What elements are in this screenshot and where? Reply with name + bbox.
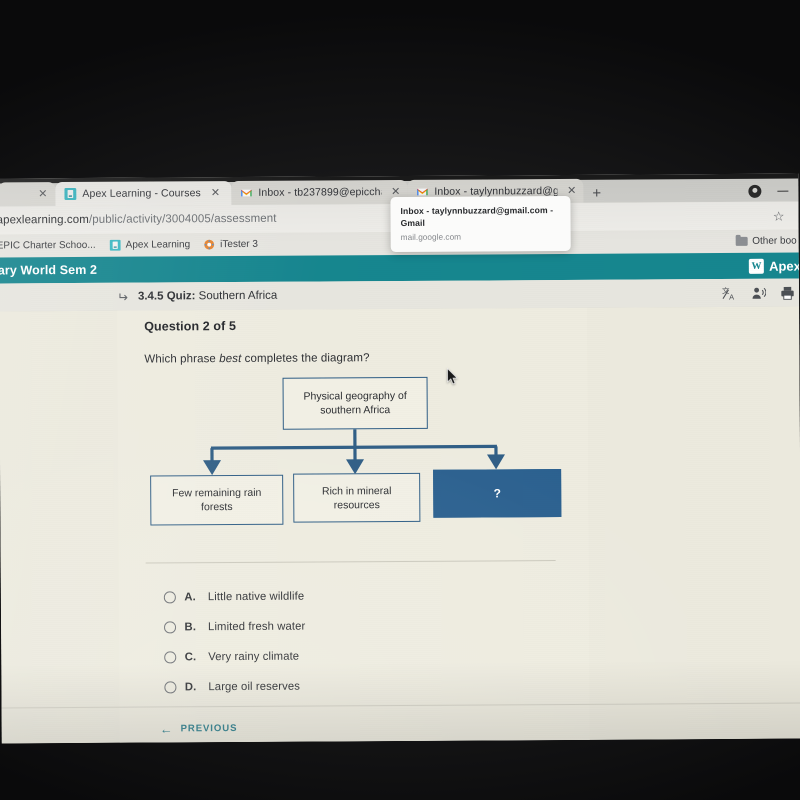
quiz-breadcrumb: 3.4.5 Quiz: Southern Africa xyxy=(138,290,277,303)
bookmark-item-epic-charter[interactable]: EPIC Charter Schoo... xyxy=(0,240,96,252)
question-counter: Question 2 of 5 xyxy=(144,318,237,334)
diagram-child-box-2: Rich in mineral resources xyxy=(293,472,421,523)
option-text: Little native wildlife xyxy=(207,590,305,604)
bookmark-item-apex-learning[interactable]: Apex Learning xyxy=(109,239,191,251)
bookmark-item-itester-3[interactable]: iTester 3 xyxy=(204,239,258,250)
quiz-name: Southern Africa xyxy=(198,289,278,303)
diagram-child-box-1: Few remaining rain forests xyxy=(150,474,284,526)
answer-option-b[interactable]: B. Limited fresh water xyxy=(164,610,564,642)
other-bookmarks-button[interactable]: Other boo xyxy=(735,236,797,247)
apex-brand[interactable]: W Apex Lea xyxy=(748,258,800,274)
close-icon[interactable]: ✕ xyxy=(391,185,400,197)
browser-window: ✕ Apex Learning - Courses ✕ Inbox - tb23… xyxy=(0,173,800,744)
popup-title: Inbox - taylynnbuzzard@gmail.com - Gmail xyxy=(400,205,554,229)
content-divider xyxy=(145,560,556,564)
bookmark-label: Apex Learning xyxy=(125,239,191,251)
option-letter: C. xyxy=(184,651,197,664)
diagram-root-box: Physical geography of southern Africa xyxy=(282,376,428,430)
diagram-child-label: ? xyxy=(493,486,501,501)
apex-favicon xyxy=(109,239,121,251)
itester-favicon xyxy=(204,239,215,250)
browser-tab-apex-learning[interactable]: Apex Learning - Courses ✕ xyxy=(55,181,232,207)
read-aloud-icon[interactable] xyxy=(751,285,767,300)
radio-button[interactable] xyxy=(164,621,176,634)
apex-logo-icon: W xyxy=(748,258,765,274)
screenshot-root: ✕ Apex Learning - Courses ✕ Inbox - tb23… xyxy=(0,0,800,800)
back-arrow-icon[interactable]: ↵ xyxy=(117,289,128,304)
star-icon[interactable]: ☆ xyxy=(773,208,785,223)
apex-brand-label: Apex Lea xyxy=(768,258,800,274)
close-icon[interactable]: ✕ xyxy=(567,184,576,196)
prompt-part-2: completes the diagram? xyxy=(241,352,370,365)
answer-option-d[interactable]: D. Large oil reserves xyxy=(164,670,564,702)
print-icon[interactable] xyxy=(780,285,795,300)
tab-title: Apex Learning - Courses xyxy=(82,187,201,200)
popup-subtitle: mail.google.com xyxy=(400,231,462,242)
gmail-favicon xyxy=(241,189,252,197)
bookmark-label: EPIC Charter Schoo... xyxy=(0,239,96,252)
option-text: Large oil reserves xyxy=(208,680,301,694)
url-path: /public/activity/3004005/assessment xyxy=(88,212,277,226)
option-text: Very rainy climate xyxy=(208,650,300,664)
browser-tab[interactable]: ✕ xyxy=(0,182,56,207)
close-icon[interactable]: ✕ xyxy=(211,187,220,199)
diagram-child-label: Rich in mineral resources xyxy=(321,484,392,511)
close-icon[interactable]: ✕ xyxy=(38,188,47,200)
left-arrow-icon: ← xyxy=(159,721,174,737)
translate-icon[interactable]: 文 A xyxy=(722,285,737,300)
new-tab-button[interactable]: + xyxy=(583,185,610,203)
radio-button[interactable] xyxy=(163,591,176,604)
page-content: Question 2 of 5 Which phrase best comple… xyxy=(0,306,800,744)
option-text: Limited fresh water xyxy=(208,620,306,634)
diagram-root-label: Physical geography of southern Africa xyxy=(303,389,407,417)
radio-button[interactable] xyxy=(164,681,176,694)
diagram-child-box-3-unknown: ? xyxy=(433,469,562,518)
mouse-cursor xyxy=(447,367,458,385)
laptop-screen: ✕ Apex Learning - Courses ✕ Inbox - tb23… xyxy=(0,173,800,744)
prompt-emphasis: best xyxy=(219,352,242,366)
folder-icon xyxy=(735,236,748,246)
answer-option-c[interactable]: C. Very rainy climate xyxy=(164,640,564,672)
answer-options: A. Little native wildlife B. Limited fre… xyxy=(163,580,565,702)
previous-button[interactable]: ← PREVIOUS xyxy=(159,721,238,737)
svg-text:A: A xyxy=(729,292,734,300)
option-letter: B. xyxy=(184,621,197,634)
course-title: rary World Sem 2 xyxy=(0,262,98,278)
diagram-child-label: Few remaining rain forests xyxy=(172,486,262,514)
minimize-icon[interactable] xyxy=(777,190,789,192)
question-card: Question 2 of 5 Which phrase best comple… xyxy=(117,307,590,743)
apex-favicon xyxy=(64,187,77,201)
question-prompt: Which phrase best completes the diagram? xyxy=(144,352,369,365)
tab-hover-preview-popup: Inbox - taylynnbuzzard@gmail.com - Gmail… xyxy=(390,195,571,253)
profile-avatar-icon[interactable] xyxy=(748,184,762,198)
option-letter: A. xyxy=(184,591,196,604)
window-controls xyxy=(748,184,798,202)
prompt-part-1: Which phrase xyxy=(144,353,220,366)
url-domain: apexlearning.com xyxy=(0,213,89,227)
quiz-number: 3.4.5 xyxy=(137,290,164,303)
answer-option-a[interactable]: A. Little native wildlife xyxy=(163,580,564,612)
radio-button[interactable] xyxy=(164,651,176,664)
quiz-type: Quiz: xyxy=(166,290,196,303)
option-letter: D. xyxy=(184,681,197,694)
bookmark-label: iTester 3 xyxy=(220,238,258,251)
url-text: apexlearning.com/public/activity/3004005… xyxy=(0,213,277,227)
tab-title: Inbox - tb237899@epiccharters xyxy=(258,186,382,199)
browser-tab-gmail-1[interactable]: Inbox - tb237899@epiccharters ✕ xyxy=(231,179,408,206)
concept-diagram: Physical geography of southern Africa Fe… xyxy=(145,376,566,549)
previous-label: PREVIOUS xyxy=(180,722,238,735)
other-bookmarks-label: Other boo xyxy=(752,235,797,247)
quiz-toolbar: 文 A xyxy=(722,285,795,301)
